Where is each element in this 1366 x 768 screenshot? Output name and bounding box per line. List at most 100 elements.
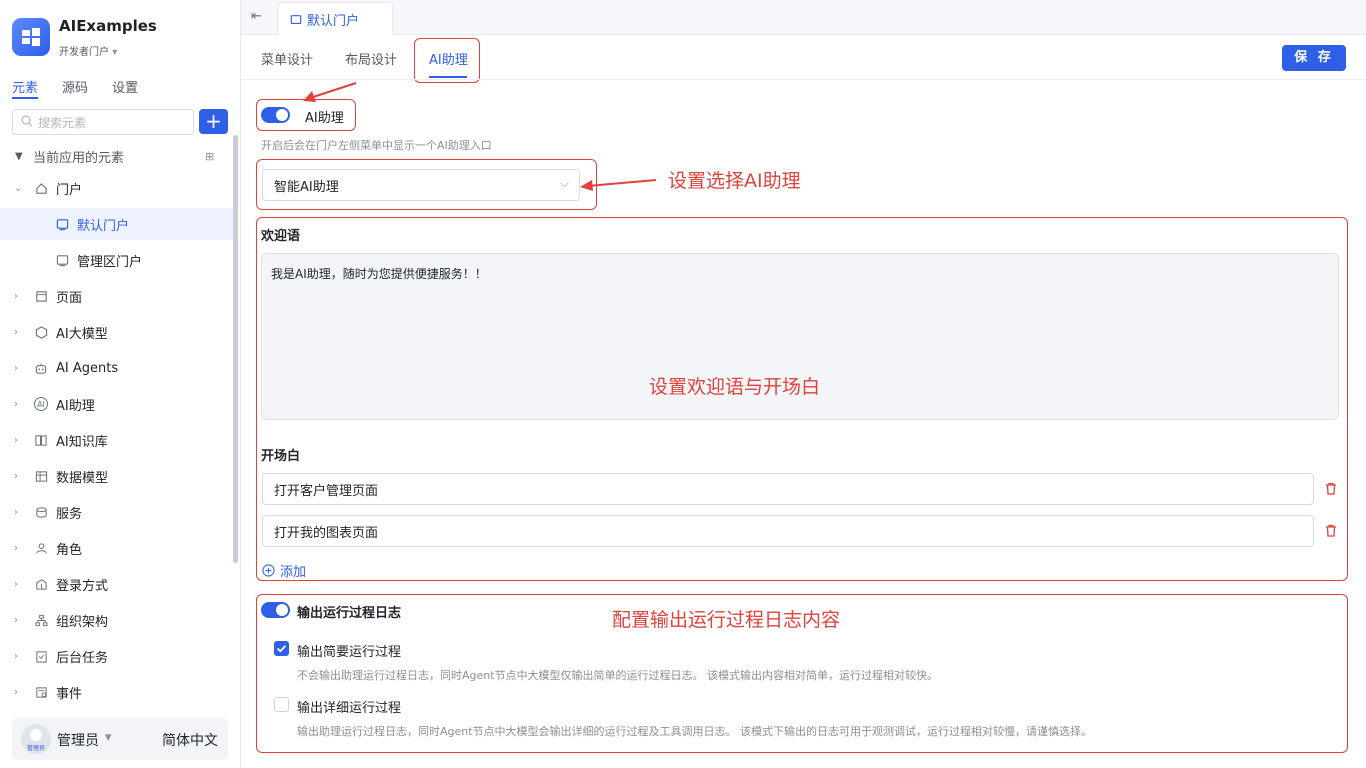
sidebar-scrollbar[interactable]	[233, 135, 238, 563]
tree-item-label: 管理区门户	[77, 254, 143, 270]
login-icon	[34, 577, 48, 591]
tab-elements[interactable]: 元素	[12, 77, 38, 96]
tree-item-org[interactable]: › 组织架构	[0, 604, 233, 636]
tree-item-login[interactable]: › 登录方式	[0, 568, 233, 600]
ai-assistant-toggle[interactable]	[261, 107, 290, 123]
tree-item-data-model[interactable]: › 数据模型	[0, 460, 233, 492]
toggle-hint: 开启后会在门户左侧菜单中显示一个AI助理入口	[261, 139, 492, 152]
add-element-button[interactable]: +	[199, 109, 228, 134]
arrow-annotation	[303, 82, 357, 102]
tree-item-label: 角色	[56, 542, 83, 558]
caret-down-icon[interactable]: ▾	[105, 730, 112, 745]
save-button[interactable]: 保 存	[1282, 45, 1346, 71]
opening-input[interactable]: 打开我的图表页面	[262, 515, 1314, 547]
welcome-text: 我是AI助理，随时为您提供便捷服务！！	[271, 267, 487, 281]
portal-name: 开发者门户	[59, 47, 109, 58]
portal-selector[interactable]: 开发者门户 ▾	[59, 43, 117, 58]
chevron-right-icon: ›	[14, 542, 18, 554]
task-icon	[34, 649, 48, 663]
app-name: AIExamples	[59, 17, 157, 35]
tree-item-pages[interactable]: › 页面	[0, 280, 233, 312]
tree-item-role[interactable]: › 角色	[0, 532, 233, 564]
tab-menu-design[interactable]: 菜单设计	[261, 49, 313, 68]
annotation-welcome: 设置欢迎语与开场白	[649, 376, 821, 398]
add-opening-button[interactable]: 添加	[262, 561, 306, 580]
page-icon	[34, 289, 48, 303]
welcome-label: 欢迎语	[261, 229, 301, 244]
assistant-select[interactable]: 智能AI助理 ⌵	[262, 169, 580, 201]
avatar-text: 管理员	[26, 745, 45, 752]
tree-item-tasks[interactable]: › 后台任务	[0, 640, 233, 672]
tree-item-label: 数据模型	[56, 470, 109, 486]
plus-circle-icon	[262, 564, 275, 577]
search-placeholder: 搜索元素	[38, 115, 87, 130]
collapse-sidebar-icon[interactable]: ⇤	[251, 9, 262, 24]
search-input[interactable]: 搜索元素	[12, 109, 194, 135]
trash-icon[interactable]	[1325, 482, 1337, 499]
tab-source[interactable]: 源码	[62, 77, 88, 96]
tree-item-label: 组织架构	[56, 614, 109, 630]
tab-default-portal[interactable]: 默认门户	[277, 2, 393, 36]
tree-item-service[interactable]: › 服务	[0, 496, 233, 528]
avatar[interactable]: 管理员	[21, 724, 51, 754]
tree-item-label: AI Agents	[56, 360, 119, 376]
collapse-tree-icon[interactable]: ⊞	[205, 150, 214, 163]
detail-label: 输出详细运行过程	[297, 701, 402, 716]
annotation-log: 配置输出运行过程日志内容	[612, 609, 841, 631]
tree-item-llm[interactable]: › AI大模型	[0, 316, 233, 348]
portal-icon	[290, 14, 302, 26]
cube-icon	[34, 325, 48, 339]
chevron-right-icon: ›	[14, 470, 18, 482]
tab-indicator	[12, 97, 38, 99]
tree-item-portal[interactable]: ⌄ 门户	[0, 172, 233, 204]
brief-checkbox[interactable]	[274, 641, 289, 656]
toggle-label: AI助理	[305, 111, 344, 126]
chevron-right-icon: ›	[14, 434, 18, 446]
opening-value: 打开我的图表页面	[274, 525, 379, 541]
chevron-down-icon: ⌄	[14, 182, 23, 194]
caret-down-icon: ▾	[112, 47, 118, 58]
chevron-right-icon: ›	[14, 614, 18, 626]
opening-input[interactable]: 打开客户管理页面	[262, 473, 1314, 505]
top-tab-bar: ⇤	[241, 0, 1366, 35]
trash-icon[interactable]	[1325, 524, 1337, 541]
tab-layout-design[interactable]: 布局设计	[345, 49, 397, 68]
chevron-right-icon: ›	[14, 578, 18, 590]
ai-icon: AI	[34, 397, 48, 411]
language-selector[interactable]: 简体中文	[162, 730, 218, 750]
sidebar: AIExamples 开发者门户 ▾ 元素 源码 设置 搜索元素 + ▼ 当前应…	[0, 0, 241, 768]
add-label: 添加	[280, 565, 307, 580]
chevron-right-icon: ›	[14, 650, 18, 662]
opening-value: 打开客户管理页面	[274, 483, 379, 499]
tree-item-label: 登录方式	[56, 578, 109, 594]
home-icon	[34, 181, 48, 195]
chevron-right-icon: ›	[14, 326, 18, 338]
tree-item-default-portal[interactable]: 默认门户	[0, 208, 233, 240]
chevron-right-icon: ›	[14, 506, 18, 518]
chevron-right-icon: ›	[14, 398, 18, 410]
tree-item-events[interactable]: › 事件	[0, 676, 233, 708]
detail-checkbox[interactable]	[274, 697, 289, 712]
arrow-annotation	[580, 179, 657, 191]
event-icon	[34, 685, 48, 699]
tree-item-label: 页面	[56, 290, 83, 306]
portal-icon	[55, 217, 69, 231]
tree-item-label: AI助理	[56, 398, 95, 414]
log-label: 输出运行过程日志	[297, 606, 402, 621]
section-header[interactable]: ▼ 当前应用的元素 ⊞	[0, 140, 233, 172]
tree-item-label: 默认门户	[77, 218, 130, 234]
tree-item-agents[interactable]: › AI Agents	[0, 352, 233, 384]
app-logo[interactable]	[12, 18, 50, 56]
tree-item-knowledge[interactable]: › AI知识库	[0, 424, 233, 456]
user-bar: 管理员 管理员 ▾ 简体中文	[12, 718, 228, 760]
tree-item-ai-assistant[interactable]: › AI AI助理	[0, 388, 233, 420]
search-icon	[21, 114, 33, 130]
user-name[interactable]: 管理员	[57, 730, 99, 750]
tree-item-admin-portal[interactable]: 管理区门户	[0, 244, 233, 276]
divider	[241, 79, 1366, 80]
log-toggle[interactable]	[261, 602, 290, 618]
tab-settings[interactable]: 设置	[112, 77, 138, 96]
brief-desc: 不会输出助理运行过程日志，同时Agent节点中大模型仅输出简单的运行过程日志。 …	[297, 669, 939, 682]
chevron-right-icon: ›	[14, 290, 18, 302]
annotation-select: 设置选择AI助理	[668, 170, 801, 192]
